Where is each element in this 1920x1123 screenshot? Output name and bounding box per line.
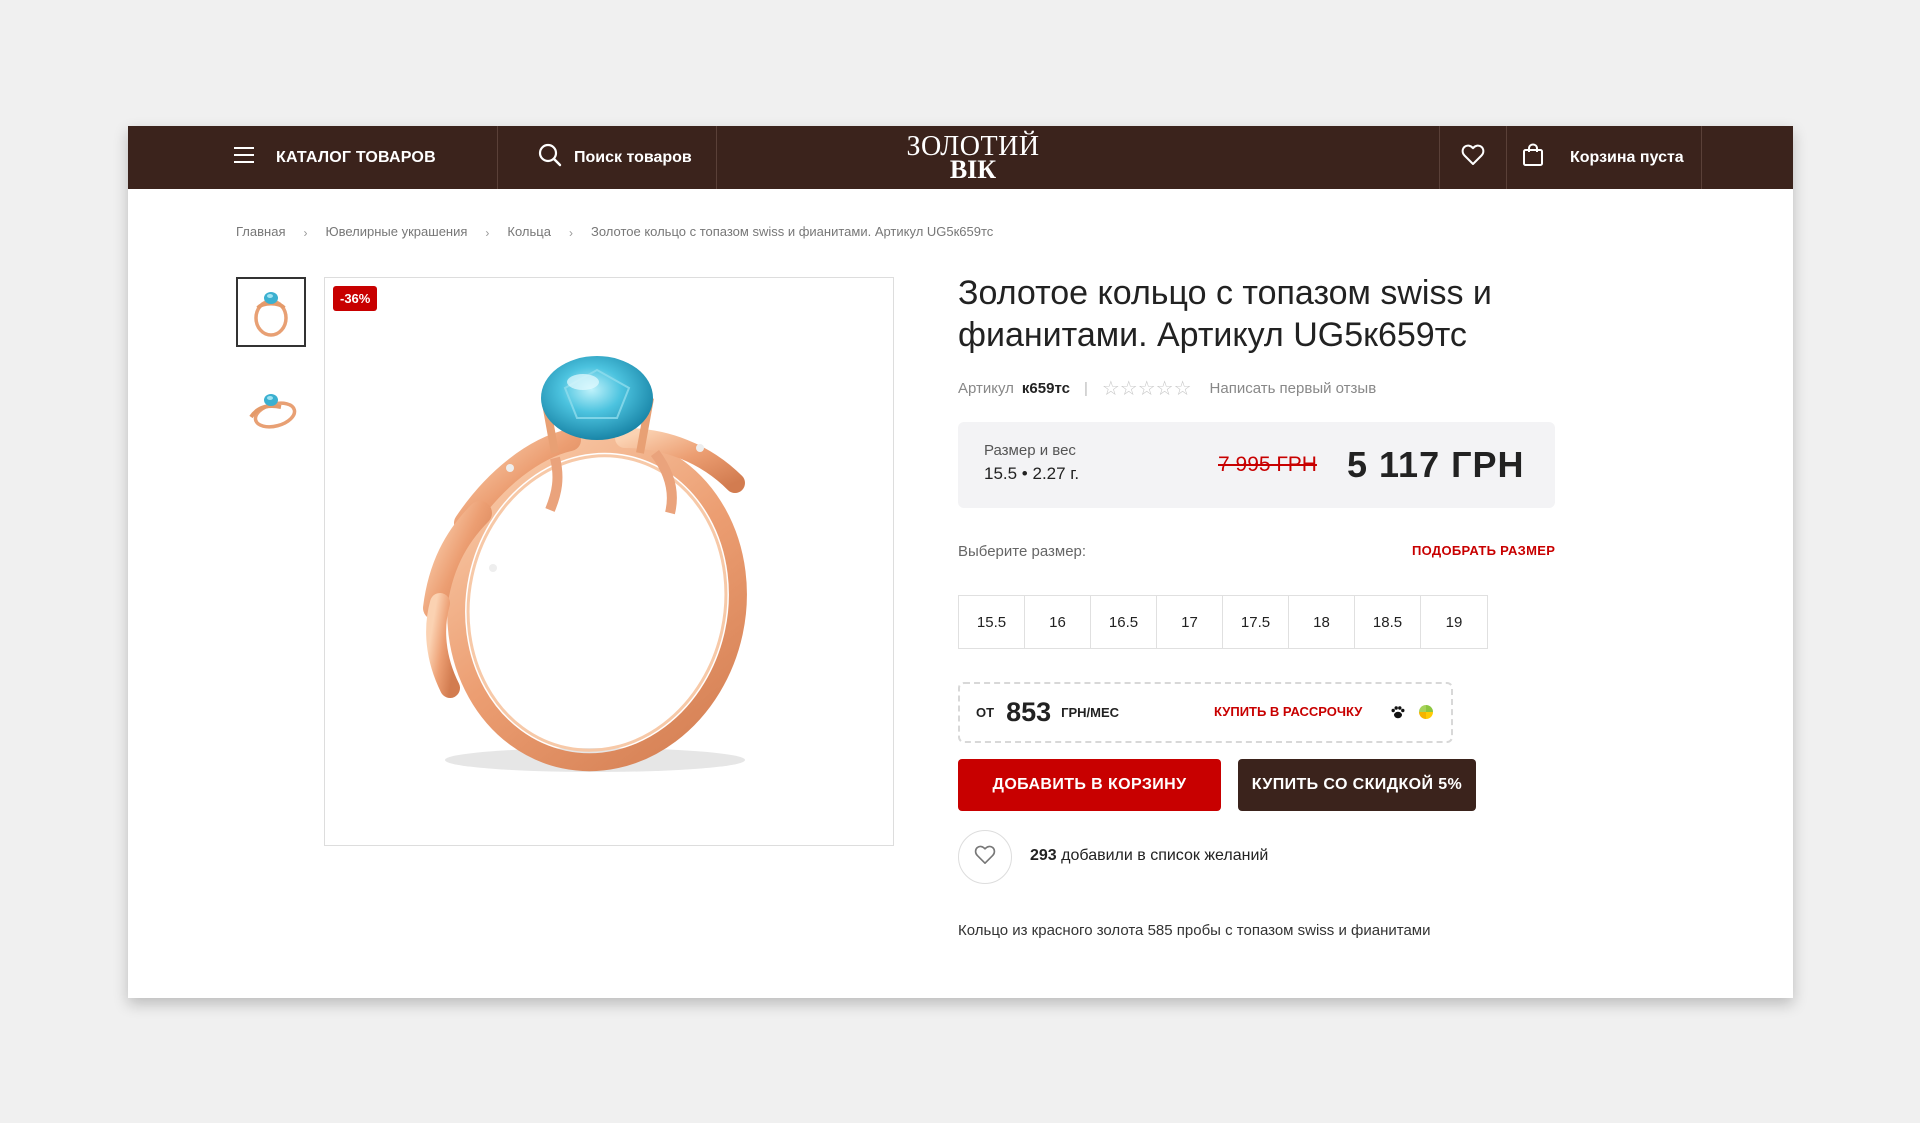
- breadcrumb-item-jewelry[interactable]: Ювелирные украшения: [325, 224, 467, 239]
- page-frame: КАТАЛОГ ТОВАРОВ Поиск товаров ЗОЛОТИЙ ВІ…: [128, 126, 1793, 998]
- chevron-right-icon: ›: [485, 225, 490, 240]
- cart-button[interactable]: Корзина пуста: [1522, 126, 1684, 189]
- sku-value: к659тс: [1021, 380, 1070, 397]
- breadcrumb-item-rings[interactable]: Кольца: [507, 224, 551, 239]
- logo[interactable]: ЗОЛОТИЙ ВІК: [903, 126, 1043, 189]
- wishlist-count-text: 293 добавили в список желаний: [1030, 847, 1268, 865]
- product-description: Кольцо из красного золота 585 пробы с то…: [958, 922, 1431, 939]
- search-label: Поиск товаров: [574, 148, 692, 166]
- sku-label: Артикул: [958, 380, 1014, 397]
- installment-amount: 853: [1006, 697, 1052, 727]
- write-review-link[interactable]: Написать первый отзыв: [1210, 380, 1377, 397]
- gallery-thumbnail-2[interactable]: [236, 373, 306, 443]
- breadcrumb-item-home[interactable]: Главная: [236, 224, 285, 239]
- header-divider: [497, 126, 498, 189]
- installment-from: ОТ: [976, 705, 995, 720]
- search-icon: [538, 143, 562, 172]
- size-option[interactable]: 15.5: [959, 596, 1025, 648]
- size-option[interactable]: 18: [1289, 596, 1355, 648]
- chevron-right-icon: ›: [568, 225, 573, 240]
- wishlist-button[interactable]: [1440, 126, 1506, 189]
- size-option[interactable]: 16: [1025, 596, 1091, 648]
- chevron-right-icon: ›: [303, 225, 308, 240]
- choose-size-label: Выберите размер:: [958, 543, 1087, 560]
- breadcrumb-item-current: Золотое кольцо с топазом swiss и фианита…: [590, 224, 994, 239]
- current-price: 5 117 ГРН: [1347, 444, 1525, 485]
- buy-with-discount-button[interactable]: КУПИТЬ СО СКИДКОЙ 5%: [1238, 759, 1476, 811]
- add-to-wishlist-button[interactable]: [958, 830, 1012, 884]
- cart-label: Корзина пуста: [1570, 148, 1684, 166]
- paw-icon: [1390, 704, 1406, 725]
- catalog-label: КАТАЛОГ ТОВАРОВ: [276, 148, 436, 166]
- header-divider: [1506, 126, 1507, 189]
- product-main-image[interactable]: -36%: [324, 277, 894, 846]
- menu-icon: [234, 147, 254, 168]
- add-to-cart-button[interactable]: ДОБАВИТЬ В КОРЗИНУ: [958, 759, 1221, 811]
- bank-logo-icon: [1418, 704, 1434, 725]
- wishlist-count: 293: [1030, 847, 1057, 864]
- heart-icon: [1461, 144, 1485, 171]
- buy-installment-link[interactable]: КУПИТЬ В РАССРОЧКУ: [1214, 704, 1362, 719]
- product-title: Золотое кольцо с топазом swiss и фианита…: [958, 274, 1492, 354]
- size-option[interactable]: 17: [1157, 596, 1223, 648]
- size-selector: 15.5 16 16.5 17 17.5 18 18.5 19: [958, 595, 1488, 649]
- search-button[interactable]: Поиск товаров: [538, 126, 692, 189]
- installment-box: ОТ 853 ГРН/МЕС КУПИТЬ В РАССРОЧКУ: [958, 682, 1453, 743]
- price-box: Размер и вес 15.5 • 2.27 г. 7 995 ГРН 5 …: [958, 422, 1555, 508]
- rating-stars-icon[interactable]: ☆☆☆☆☆: [1102, 376, 1192, 401]
- catalog-menu-button[interactable]: КАТАЛОГ ТОВАРОВ: [234, 126, 436, 189]
- size-option[interactable]: 19: [1421, 596, 1487, 648]
- gallery-thumbnail-1[interactable]: [236, 277, 306, 347]
- shopping-bag-icon: [1522, 143, 1544, 172]
- size-weight-label: Размер и вес: [984, 442, 1076, 459]
- breadcrumb: Главная › Ювелирные украшения › Кольца ›…: [236, 224, 994, 240]
- size-option[interactable]: 16.5: [1091, 596, 1157, 648]
- ring-thumbnail-image: [249, 394, 297, 429]
- ring-image: [423, 356, 747, 772]
- header-divider: [716, 126, 717, 189]
- product-meta: Артикул к659тс | ☆☆☆☆☆ Написать первый о…: [958, 376, 1376, 401]
- header-divider: [1701, 126, 1702, 189]
- meta-separator: |: [1083, 380, 1088, 397]
- site-header: КАТАЛОГ ТОВАРОВ Поиск товаров ЗОЛОТИЙ ВІ…: [128, 126, 1793, 189]
- discount-badge: -36%: [333, 286, 378, 311]
- old-price: 7 995 ГРН: [1218, 453, 1317, 476]
- logo-line2: ВІК: [949, 154, 997, 184]
- size-option[interactable]: 17.5: [1223, 596, 1289, 648]
- size-option[interactable]: 18.5: [1355, 596, 1421, 648]
- pick-size-link[interactable]: ПОДОБРАТЬ РАЗМЕР: [1412, 543, 1555, 558]
- ring-thumbnail-image: [254, 292, 288, 337]
- installment-unit: ГРН/МЕС: [1061, 705, 1120, 720]
- wishlist-label: добавили в список желаний: [1061, 847, 1269, 864]
- heart-icon: [974, 845, 996, 870]
- size-weight-value: 15.5 • 2.27 г.: [984, 464, 1080, 483]
